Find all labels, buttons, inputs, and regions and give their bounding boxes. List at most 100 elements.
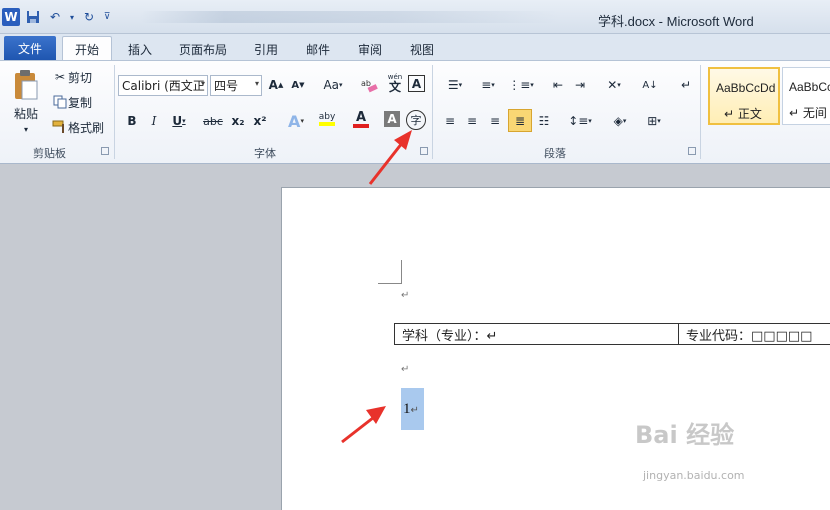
customize-qat-icon[interactable]: ⊽: [102, 8, 112, 26]
table-cell-subject[interactable]: 学科（专业）：↵: [395, 324, 679, 344]
group-divider: [432, 65, 433, 159]
shading-bucket-icon[interactable]: ◈ ▾: [606, 111, 634, 131]
format-painter-icon[interactable]: [50, 117, 70, 137]
tab-page-layout[interactable]: 页面布局: [172, 38, 234, 60]
paste-icon[interactable]: [10, 67, 42, 103]
font-name-value: Calibri (西文正: [122, 79, 205, 93]
cut-icon[interactable]: ✂: [50, 67, 70, 87]
font-size-combo[interactable]: 四号 ▾: [210, 75, 262, 96]
highlight-color-button[interactable]: aby: [312, 109, 342, 129]
paste-dropdown-icon[interactable]: ▾: [18, 119, 34, 139]
paragraph-mark: ↵: [401, 364, 410, 375]
justify-icon[interactable]: ≣: [508, 109, 532, 132]
tab-insert[interactable]: 插入: [120, 38, 160, 60]
selected-text[interactable]: 1↵: [403, 401, 419, 418]
paragraph-mark: ↵: [410, 405, 419, 416]
group-divider: [114, 65, 115, 159]
clipboard-launcher-icon[interactable]: [101, 147, 109, 155]
grow-font-icon[interactable]: A ▲: [266, 75, 286, 95]
bold-button[interactable]: B: [122, 111, 142, 131]
tab-review[interactable]: 审阅: [350, 38, 390, 60]
format-painter-button[interactable]: 格式刷: [68, 117, 110, 137]
chinese-layout-icon[interactable]: ✕ ▾: [600, 75, 628, 95]
font-color-label: A: [355, 109, 367, 125]
blurred-region: [140, 11, 560, 23]
character-border-icon[interactable]: A: [408, 75, 425, 92]
undo-icon[interactable]: ↶: [46, 8, 64, 26]
italic-button[interactable]: I: [144, 111, 164, 131]
strikethrough-button[interactable]: abc: [200, 111, 226, 131]
redo-icon[interactable]: ↻: [80, 8, 98, 26]
font-launcher-icon[interactable]: [420, 147, 428, 155]
window-title: 学科.docx - Microsoft Word: [598, 14, 754, 29]
tab-view[interactable]: 视图: [402, 38, 442, 60]
align-left-icon[interactable]: ≡: [440, 111, 460, 131]
tab-file[interactable]: 文件: [4, 36, 56, 60]
shrink-font-icon[interactable]: A ▼: [288, 75, 308, 95]
align-center-icon[interactable]: ≡: [462, 111, 482, 131]
multilevel-list-icon[interactable]: ⋮≡ ▾: [506, 75, 536, 95]
font-group-label: 字体: [254, 147, 276, 160]
enclose-characters-icon[interactable]: 字: [406, 110, 426, 130]
text-effect-label: A: [288, 111, 301, 131]
style-normal-sample: AaBbCcDd: [716, 81, 776, 95]
tab-references[interactable]: 引用: [246, 38, 286, 60]
increase-indent-icon[interactable]: ⇥: [570, 75, 590, 95]
subscript-button[interactable]: x₂: [228, 111, 248, 131]
superscript-button[interactable]: x²: [250, 111, 270, 131]
paragraph-launcher-icon[interactable]: [688, 147, 696, 155]
style-no-spacing[interactable]: AaBbCc ↵ 无间: [782, 67, 830, 125]
document-table[interactable]: 学科（专业）：↵ 专业代码：□□□□□: [394, 323, 830, 345]
pinyin-guide-icon[interactable]: wén 文: [384, 73, 406, 93]
style-no-spacing-label: ↵ 无间: [789, 106, 827, 120]
decrease-indent-icon[interactable]: ⇤: [548, 75, 568, 95]
line-spacing-icon[interactable]: ↕≡ ▾: [566, 111, 594, 131]
style-normal[interactable]: AaBbCcDd ↵ 正文: [708, 67, 780, 125]
styles-gallery: AaBbCcDd ↵ 正文 AaBbCc ↵ 无间: [706, 67, 830, 127]
save-icon[interactable]: [24, 8, 42, 26]
document-workspace: ↵ 学科（专业）：↵ 专业代码：□□□□□ ↵ 1↵: [0, 165, 830, 510]
dropdown-small-icon[interactable]: ▾: [68, 8, 76, 26]
margin-corner-mark: [378, 260, 402, 284]
document-page[interactable]: ↵ 学科（专业）：↵ 专业代码：□□□□□ ↵ 1↵: [281, 187, 830, 510]
group-divider: [700, 65, 701, 159]
quick-access-toolbar: W ↶ ▾ ↻ ⊽: [2, 8, 112, 26]
ribbon-tab-row: 文件 开始 插入 页面布局 引用 邮件 审阅 视图: [0, 34, 830, 61]
tab-home[interactable]: 开始: [62, 36, 112, 61]
text-effect-button[interactable]: A ▾: [282, 111, 310, 131]
bullets-icon[interactable]: ☰ ▾: [440, 75, 470, 95]
clear-format-icon[interactable]: ab: [360, 75, 380, 95]
align-right-icon[interactable]: ≡: [485, 111, 505, 131]
numbering-icon[interactable]: ≡ ▾: [473, 75, 503, 95]
watermark-url: jingyan.baidu.com: [643, 469, 745, 482]
annotation-arrow-icon: [341, 406, 386, 444]
cut-button[interactable]: 剪切: [68, 67, 98, 87]
paragraph-group-label: 段落: [544, 147, 566, 160]
selected-number: 1: [403, 401, 411, 417]
svg-text:ab: ab: [361, 79, 371, 88]
underline-button[interactable]: U ▾: [166, 111, 192, 131]
copy-button[interactable]: 复制: [68, 92, 98, 112]
change-case-label: Aa: [323, 78, 340, 92]
distributed-icon[interactable]: ☷: [534, 111, 554, 131]
chevron-down-icon[interactable]: ▾: [201, 79, 205, 88]
style-no-spacing-sample: AaBbCc: [789, 80, 830, 94]
font-name-combo[interactable]: Calibri (西文正 ▾: [118, 75, 208, 96]
highlight-label: aby: [318, 112, 336, 122]
paragraph-mark: ↵: [401, 290, 410, 301]
copy-icon[interactable]: [50, 92, 70, 112]
borders-icon[interactable]: ⊞ ▾: [640, 111, 668, 131]
character-shading-button[interactable]: A: [384, 111, 400, 127]
watermark-logo: Bai 经验: [635, 421, 735, 449]
table-cell-code[interactable]: 专业代码：□□□□□: [679, 324, 812, 344]
style-normal-label: ↵ 正文: [724, 107, 762, 121]
word-logo[interactable]: W: [2, 8, 20, 26]
annotation-arrow-icon: [368, 130, 412, 185]
chevron-down-icon[interactable]: ▾: [255, 79, 259, 88]
show-marks-icon[interactable]: ↵: [676, 75, 696, 95]
sort-icon[interactable]: A↓: [640, 75, 660, 95]
change-case-button[interactable]: Aa ▾: [320, 75, 346, 95]
tab-mailings[interactable]: 邮件: [298, 38, 338, 60]
underline-label: U: [172, 114, 183, 128]
font-color-button[interactable]: A: [346, 109, 376, 129]
